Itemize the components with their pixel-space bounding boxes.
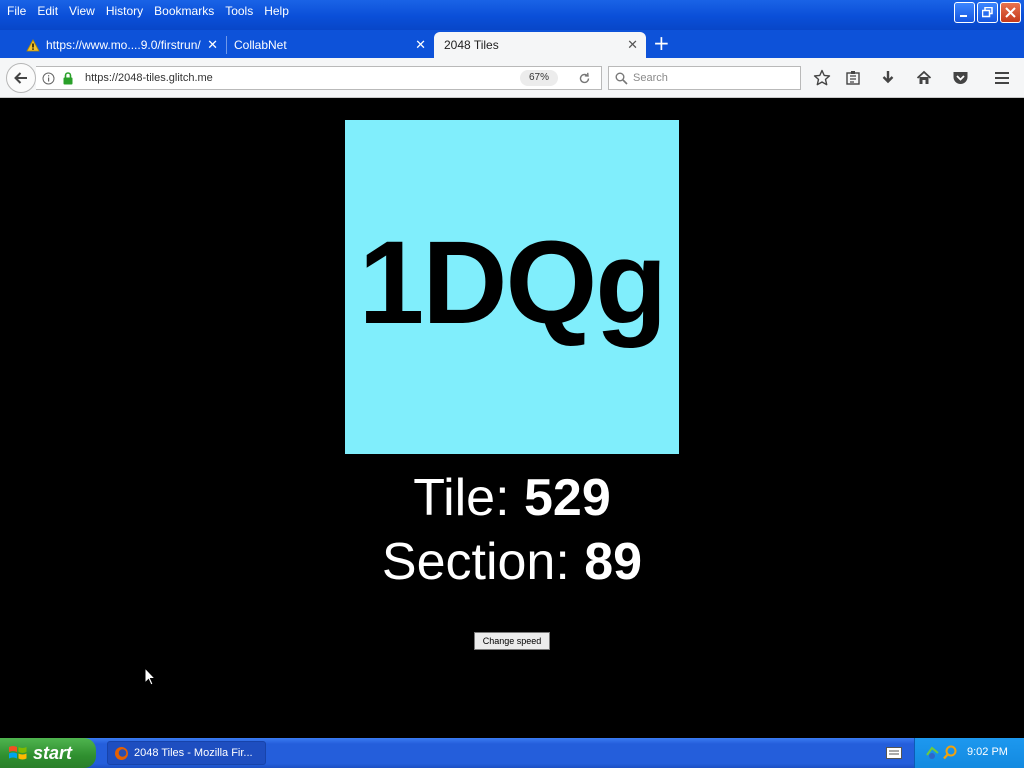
- tab-close-icon[interactable]: ✕: [627, 37, 638, 53]
- close-icon: [1005, 7, 1016, 18]
- tab-close-icon[interactable]: ✕: [415, 37, 426, 53]
- windows-logo-icon: [9, 746, 27, 760]
- mouse-pointer-icon: [144, 667, 156, 686]
- search-icon: [615, 72, 628, 85]
- menu-view[interactable]: View: [66, 4, 103, 18]
- tab-2048-tiles[interactable]: 2048 Tiles ✕: [434, 32, 646, 58]
- restore-icon: [982, 7, 993, 18]
- section-label: Section:: [381, 533, 570, 591]
- menu-edit[interactable]: Edit: [34, 4, 66, 18]
- menu-bookmarks[interactable]: Bookmarks: [151, 4, 222, 18]
- url-bar[interactable]: https://2048-tiles.glitch.me 67%: [36, 66, 602, 90]
- page-content: 1DQg Tile: 529 Section: 89 Change speed: [0, 98, 1024, 738]
- info-icon[interactable]: [42, 72, 55, 85]
- tab-close-icon[interactable]: ✕: [207, 37, 218, 53]
- firefox-icon: [115, 747, 128, 760]
- section-value: 89: [584, 533, 643, 591]
- tab-title: 2048 Tiles: [444, 38, 499, 52]
- url-text: https://2048-tiles.glitch.me: [85, 72, 213, 84]
- tab-firstrun[interactable]: https://www.mo....9.0/firstrun/ ✕: [18, 32, 226, 58]
- network-icon[interactable]: [925, 745, 940, 760]
- search-input[interactable]: Search: [608, 66, 801, 90]
- lock-icon[interactable]: [62, 72, 74, 85]
- back-arrow-icon: [14, 72, 27, 84]
- menu-bar: File Edit View History Bookmarks Tools H…: [0, 0, 297, 22]
- tile-card: 1DQg: [345, 120, 679, 454]
- minimize-button[interactable]: [954, 2, 975, 23]
- menu-history[interactable]: History: [103, 4, 151, 18]
- tile-value: 529: [524, 469, 611, 527]
- window-titlebar: File Edit View History Bookmarks Tools H…: [0, 0, 1024, 30]
- reading-list-icon[interactable]: [843, 68, 863, 88]
- tile-label: Tile:: [413, 469, 510, 527]
- tile-counter: Tile: 529: [0, 468, 1024, 528]
- search-placeholder: Search: [633, 72, 668, 84]
- start-button[interactable]: start: [0, 738, 96, 768]
- menu-help[interactable]: Help: [261, 4, 297, 18]
- new-tab-button[interactable]: +: [653, 33, 670, 53]
- download-icon[interactable]: [878, 68, 898, 88]
- close-window-button[interactable]: [1000, 2, 1021, 23]
- start-label: start: [33, 742, 73, 763]
- taskbar: start 2048 Tiles - Mozilla Fir... 9:02 P…: [0, 738, 1024, 768]
- system-tray: 9:02 PM: [914, 738, 1024, 768]
- navigation-toolbar: https://2048-tiles.glitch.me 67% Search: [0, 58, 1024, 98]
- taskbar-item-firefox[interactable]: 2048 Tiles - Mozilla Fir...: [107, 741, 266, 765]
- tray-search-icon[interactable]: [943, 745, 958, 760]
- restore-button[interactable]: [977, 2, 998, 23]
- home-icon[interactable]: [914, 68, 934, 88]
- minimize-icon: [960, 15, 967, 17]
- keyboard-icon[interactable]: [886, 747, 902, 759]
- menu-file[interactable]: File: [4, 4, 34, 18]
- tab-title: CollabNet: [234, 38, 287, 52]
- reload-icon[interactable]: [578, 72, 591, 85]
- tab-strip: https://www.mo....9.0/firstrun/ ✕ Collab…: [0, 30, 1024, 58]
- taskbar-item-title: 2048 Tiles - Mozilla Fir...: [134, 747, 253, 759]
- bookmark-star-icon[interactable]: [812, 68, 832, 88]
- section-counter: Section: 89: [0, 532, 1024, 592]
- zoom-indicator[interactable]: 67%: [520, 70, 558, 86]
- clock: 9:02 PM: [967, 746, 1008, 758]
- back-button[interactable]: [6, 63, 36, 93]
- tile-text: 1DQg: [358, 217, 668, 349]
- tab-title: https://www.mo....9.0/firstrun/: [46, 38, 201, 52]
- hamburger-menu-icon[interactable]: [992, 68, 1012, 88]
- pocket-icon[interactable]: [950, 68, 970, 88]
- change-speed-button[interactable]: Change speed: [474, 632, 550, 650]
- menu-tools[interactable]: Tools: [222, 4, 261, 18]
- window-controls: [954, 2, 1021, 23]
- warning-icon: [26, 38, 40, 51]
- tab-collabnet[interactable]: CollabNet ✕: [226, 32, 434, 58]
